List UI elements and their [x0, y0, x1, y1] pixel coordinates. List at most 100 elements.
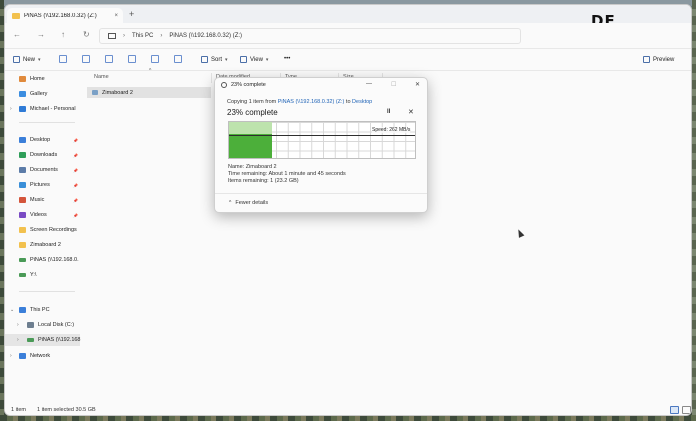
fewer-details-button[interactable]: ^ Fewer details [229, 200, 268, 206]
new-tab-button[interactable]: + [129, 9, 134, 19]
sidebar-item-downloads[interactable]: Downloads 📌 [5, 149, 80, 161]
rename-icon[interactable] [128, 55, 136, 63]
pin-icon: 📌 [73, 152, 78, 158]
speed-area [229, 134, 272, 158]
expand-icon[interactable]: › [17, 322, 19, 328]
sidebar-item-screen-recordings[interactable]: Screen Recordings [5, 224, 80, 236]
command-bar: New ▾ Sort ▾ View ▾ ••• Preview [5, 49, 691, 71]
address-field[interactable]: › This PC › PiNAS (\\192.168.0.32) (Z:) [99, 28, 521, 44]
close-tab-icon[interactable]: × [114, 13, 118, 19]
column-separator[interactable] [211, 73, 212, 83]
cut-icon[interactable] [59, 55, 67, 63]
copy-progress-dialog: 23% complete — ☐ ✕ Copying 1 item from P… [214, 77, 428, 213]
column-name[interactable]: Name [94, 74, 109, 80]
source-link[interactable]: PiNAS (\\192.168.0.32) (Z:) [278, 99, 345, 105]
forward-button[interactable]: → [37, 30, 45, 39]
delete-icon[interactable] [174, 55, 182, 63]
address-bar-row: ← → ↑ ↻ › This PC › PiNAS (\\192.168.0.3… [5, 23, 691, 49]
sidebar-item-pictures[interactable]: Pictures 📌 [5, 179, 80, 191]
home-icon [19, 76, 26, 82]
sort-button[interactable]: Sort ▾ [201, 56, 228, 63]
sidebar-item-desktop[interactable]: Desktop 📌 [5, 134, 80, 146]
sidebar-item-videos[interactable]: Videos 📌 [5, 209, 80, 221]
share-icon[interactable] [151, 55, 159, 63]
sidebar-item-home[interactable]: Home [5, 73, 80, 85]
status-selection: 1 item selected 30.5 GB [37, 407, 96, 413]
tab-pinas[interactable]: PiNAS (\\192.168.0.32) (Z:) × [7, 8, 123, 23]
file-row[interactable]: Zimaboard 2 [87, 87, 211, 98]
pause-button[interactable]: II [387, 109, 390, 115]
dialog-title: 23% complete [221, 82, 266, 88]
view-label: View [250, 56, 263, 63]
file-icon [92, 90, 98, 95]
sidebar-item-label: Screen Recordings [30, 227, 77, 233]
back-button[interactable]: ← [13, 30, 21, 39]
speed-label: Speed: 262 MB/s [372, 127, 411, 133]
crumb-separator: › [123, 33, 125, 39]
file-name: Zimaboard 2 [102, 89, 133, 96]
computer-icon [19, 307, 26, 313]
destination-link[interactable]: Desktop [352, 99, 372, 105]
sidebar-item-label: Documents [30, 167, 58, 173]
expanded-icon[interactable]: ⌄ [10, 307, 14, 313]
refresh-button[interactable]: ↻ [83, 30, 90, 39]
cancel-button[interactable]: ✕ [408, 108, 414, 116]
chevron-down-icon: ▾ [38, 56, 41, 63]
sort-label: Sort [211, 56, 223, 63]
dialog-title-text: 23% complete [231, 82, 266, 88]
sidebar-item-network[interactable]: › Network [5, 350, 80, 362]
sidebar-item-pinas[interactable]: PiNAS (\\192.168.0. [5, 254, 80, 266]
tab-bar: PiNAS (\\192.168.0.32) (Z:) × + [5, 5, 691, 23]
sidebar-item-pinas-drive[interactable]: › PiNAS (\\192.168. [5, 334, 82, 346]
breadcrumb-pinas[interactable]: PiNAS (\\192.168.0.32) (Z:) [169, 33, 242, 39]
items-remaining-line: Items remaining: 1 (23.2 GB) [228, 178, 299, 184]
minimize-button[interactable]: — [366, 81, 372, 87]
pin-icon: 📌 [73, 212, 78, 218]
breadcrumb-this-pc[interactable]: This PC [132, 33, 153, 39]
copy-icon[interactable] [82, 55, 90, 63]
dialog-divider [215, 193, 427, 194]
folder-icon [19, 242, 26, 248]
paste-icon[interactable] [105, 55, 113, 63]
see-more-button[interactable]: ••• [284, 56, 290, 62]
navigation-pane: Home Gallery › Michael - Personal Deskto… [5, 71, 82, 403]
preview-label: Preview [653, 56, 675, 63]
copy-description: Copying 1 item from PiNAS (\\192.168.0.3… [227, 99, 372, 105]
sidebar-item-label: Gallery [30, 91, 48, 97]
network-drive-icon [19, 258, 26, 262]
chevron-down-icon: ▾ [225, 56, 228, 63]
sidebar-item-music[interactable]: Music 📌 [5, 194, 80, 206]
pin-icon: 📌 [73, 182, 78, 188]
preview-button[interactable]: Preview [643, 56, 674, 63]
sidebar-item-onedrive[interactable]: › Michael - Personal [5, 103, 80, 115]
network-drive-icon [19, 273, 26, 277]
sidebar-item-this-pc[interactable]: ⌄ This PC [5, 304, 80, 316]
new-button[interactable]: New ▾ [13, 56, 41, 63]
sidebar-item-label: Network [30, 353, 51, 359]
pin-icon: 📌 [73, 167, 78, 173]
sidebar-item-gallery[interactable]: Gallery [5, 88, 80, 100]
folder-icon [12, 12, 20, 19]
expand-icon[interactable]: › [17, 337, 19, 343]
view-button[interactable]: View ▾ [240, 56, 268, 63]
pin-icon: 📌 [73, 197, 78, 203]
sidebar-item-documents[interactable]: Documents 📌 [5, 164, 80, 176]
transfer-speed-graph: Speed: 262 MB/s [228, 121, 416, 159]
up-button[interactable]: ↑ [61, 30, 65, 39]
crumb-separator: › [160, 33, 163, 39]
divider [19, 122, 75, 123]
percent-complete: 23% complete [227, 108, 278, 117]
expand-icon[interactable]: › [10, 353, 12, 359]
sidebar-item-zimaboard[interactable]: Zimaboard 2 [5, 239, 80, 251]
cloud-icon [19, 106, 26, 112]
expand-icon[interactable]: › [10, 106, 12, 112]
sidebar-item-label: Y:\ [30, 272, 37, 278]
details-view-icon[interactable] [670, 406, 679, 414]
sidebar-item-local-disk[interactable]: › Local Disk (C:) [5, 319, 80, 331]
divider [19, 291, 75, 292]
close-button[interactable]: ✕ [415, 81, 420, 88]
sidebar-item-y-drive[interactable]: Y:\ [5, 269, 80, 281]
tiles-view-icon[interactable] [682, 406, 691, 414]
time-remaining-line: Time remaining: About 1 minute and 45 se… [228, 171, 346, 177]
fewer-details-label: Fewer details [235, 200, 269, 206]
